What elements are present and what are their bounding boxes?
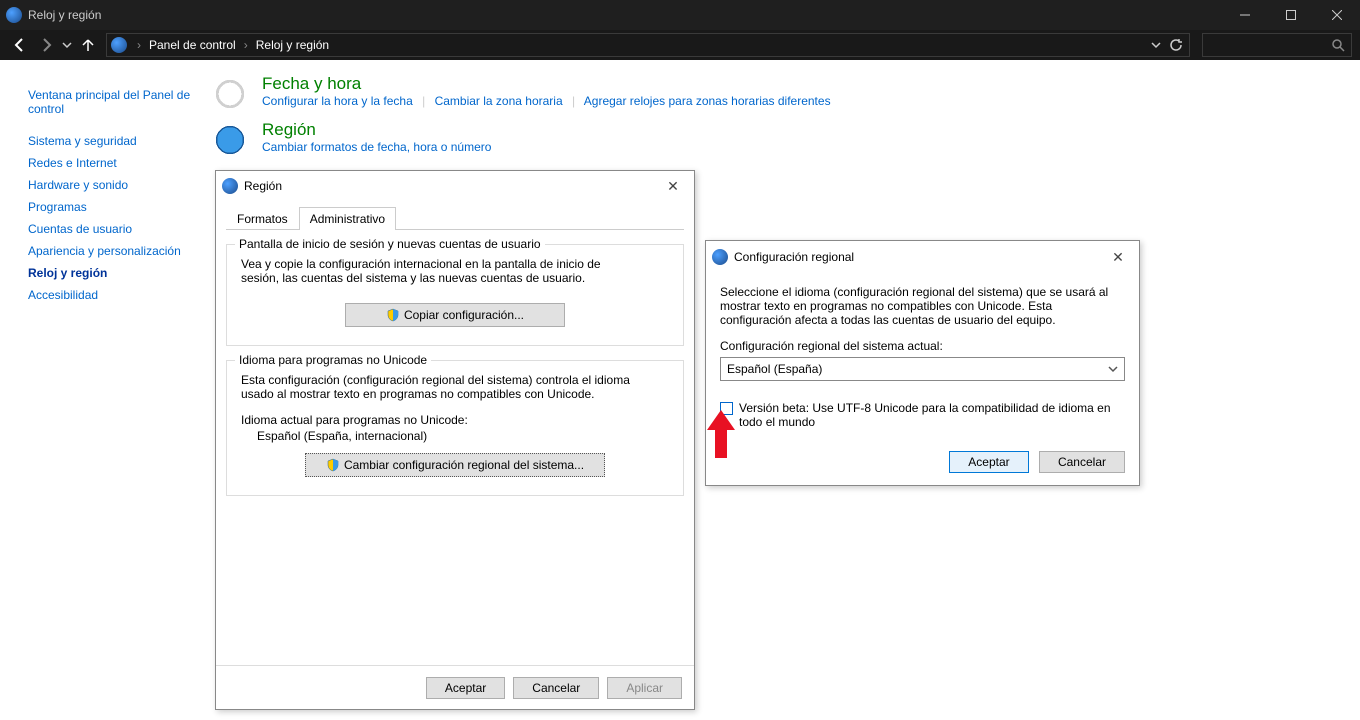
forward-button[interactable] [34, 33, 58, 57]
maximize-button[interactable] [1268, 0, 1314, 30]
up-button[interactable] [76, 33, 100, 57]
window-title: Reloj y región [28, 8, 1222, 22]
locale-cancel-button[interactable]: Cancelar [1039, 451, 1125, 473]
chevron-down-icon[interactable] [1151, 40, 1161, 50]
shield-icon [386, 308, 400, 322]
minimize-button[interactable] [1222, 0, 1268, 30]
globe-icon [210, 120, 250, 160]
link-add-clocks[interactable]: Agregar relojes para zonas horarias dife… [584, 94, 831, 108]
link-change-timezone[interactable]: Cambiar la zona horaria [435, 94, 563, 108]
region-dialog-title: Región [244, 179, 282, 193]
breadcrumb-root[interactable]: Panel de control [145, 38, 240, 52]
group-welcome-screen: Pantalla de inicio de sesión y nuevas cu… [226, 244, 684, 346]
chevron-right-icon: › [133, 38, 145, 52]
locale-select[interactable]: Español (España) [720, 357, 1125, 381]
sidebar-home-link[interactable]: Ventana principal del Panel de control [28, 84, 192, 120]
explorer-navbar: › Panel de control › Reloj y región [0, 30, 1360, 60]
utf8-beta-label[interactable]: Versión beta: Use UTF-8 Unicode para la … [739, 401, 1125, 429]
category-title-datetime[interactable]: Fecha y hora [262, 74, 831, 94]
locale-select-value: Español (España) [727, 362, 822, 376]
region-ok-button[interactable]: Aceptar [426, 677, 505, 699]
current-lang-label: Idioma actual para programas no Unicode: [241, 413, 669, 427]
region-dialog-titlebar[interactable]: Región ✕ [216, 171, 694, 201]
group-desc-non-unicode: Esta configuración (configuración region… [241, 373, 641, 401]
shield-icon [326, 458, 340, 472]
region-dialog-tabs: Formatos Administrativo [226, 207, 684, 230]
back-button[interactable] [8, 33, 32, 57]
locale-dialog-desc: Seleccione el idioma (configuración regi… [720, 285, 1125, 327]
link-change-formats[interactable]: Cambiar formatos de fecha, hora o número [262, 140, 491, 154]
refresh-icon[interactable] [1169, 38, 1183, 52]
category-title-region[interactable]: Región [262, 120, 491, 140]
locale-dialog-titlebar[interactable]: Configuración regional ✕ [706, 241, 1139, 273]
region-dialog-icon [222, 178, 238, 194]
sidebar: Ventana principal del Panel de control S… [0, 60, 200, 720]
sidebar-item-accessibility[interactable]: Accesibilidad [28, 284, 192, 306]
category-datetime: Fecha y hora Configurar la hora y la fec… [210, 74, 1360, 114]
clock-icon [210, 74, 250, 114]
locale-dialog-icon [712, 249, 728, 265]
group-title-non-unicode: Idioma para programas no Unicode [235, 353, 431, 367]
tab-admin[interactable]: Administrativo [299, 207, 396, 230]
locale-dialog-close-button[interactable]: ✕ [1103, 249, 1133, 266]
region-dialog: Región ✕ Formatos Administrativo Pantall… [215, 170, 695, 710]
group-desc-welcome: Vea y copie la configuración internacion… [241, 257, 611, 285]
group-title-welcome: Pantalla de inicio de sesión y nuevas cu… [235, 237, 545, 251]
category-region: Región Cambiar formatos de fecha, hora o… [210, 120, 1360, 160]
chevron-right-icon: › [240, 38, 252, 52]
locale-dialog-title: Configuración regional [734, 250, 854, 264]
chevron-down-icon [1108, 364, 1118, 374]
sidebar-item-accounts[interactable]: Cuentas de usuario [28, 218, 192, 240]
search-input[interactable] [1202, 33, 1352, 57]
region-dialog-close-button[interactable]: ✕ [658, 178, 688, 195]
change-system-locale-button[interactable]: Cambiar configuración regional del siste… [305, 453, 605, 477]
close-button[interactable] [1314, 0, 1360, 30]
locale-dialog-footer: Aceptar Cancelar [706, 443, 1139, 485]
locale-ok-button[interactable]: Aceptar [949, 451, 1029, 473]
control-panel-icon [111, 37, 127, 53]
locale-dialog: Configuración regional ✕ Seleccione el i… [705, 240, 1140, 486]
current-lang-value: Español (España, internacional) [257, 429, 669, 443]
window-titlebar: Reloj y región [0, 0, 1360, 30]
region-cancel-button[interactable]: Cancelar [513, 677, 599, 699]
sidebar-item-network[interactable]: Redes e Internet [28, 152, 192, 174]
region-apply-button[interactable]: Aplicar [607, 677, 682, 699]
recent-dropdown[interactable] [60, 33, 74, 57]
sidebar-item-programs[interactable]: Programas [28, 196, 192, 218]
group-non-unicode: Idioma para programas no Unicode Esta co… [226, 360, 684, 496]
tab-formats[interactable]: Formatos [226, 207, 299, 230]
app-icon [6, 7, 22, 23]
annotation-arrow [707, 410, 735, 458]
locale-select-label: Configuración regional del sistema actua… [720, 339, 1125, 353]
sidebar-item-appearance[interactable]: Apariencia y personalización [28, 240, 192, 262]
breadcrumb-current[interactable]: Reloj y región [252, 38, 333, 52]
region-dialog-footer: Aceptar Cancelar Aplicar [216, 665, 694, 709]
sidebar-item-clock-region[interactable]: Reloj y región [28, 262, 192, 284]
sidebar-item-system[interactable]: Sistema y seguridad [28, 130, 192, 152]
address-bar[interactable]: › Panel de control › Reloj y región [106, 33, 1190, 57]
search-icon [1331, 38, 1345, 52]
link-set-time[interactable]: Configurar la hora y la fecha [262, 94, 413, 108]
utf8-beta-row: Versión beta: Use UTF-8 Unicode para la … [720, 401, 1125, 429]
sidebar-item-hardware[interactable]: Hardware y sonido [28, 174, 192, 196]
copy-settings-button[interactable]: Copiar configuración... [345, 303, 565, 327]
